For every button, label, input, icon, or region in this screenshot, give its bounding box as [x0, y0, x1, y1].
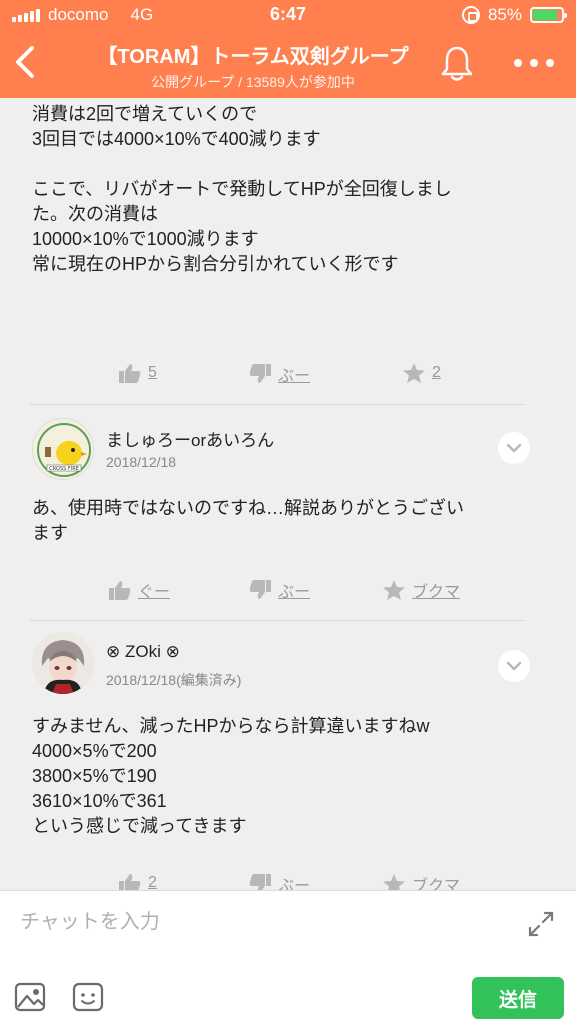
- bookmark-button[interactable]: ブクマ: [382, 872, 460, 890]
- star-icon: [383, 580, 405, 600]
- chat-input[interactable]: チャットを入力: [20, 905, 160, 934]
- dot-icon: [546, 59, 554, 67]
- user-name[interactable]: ⊗ ZOki ⊗: [106, 642, 180, 662]
- dislike-button[interactable]: ぶー: [248, 362, 310, 386]
- message-line: 4000×5%で200: [32, 741, 157, 761]
- like-button[interactable]: ぐー: [108, 578, 170, 602]
- anime-avatar-icon: [32, 632, 94, 694]
- message-line: 3610×10%で361: [32, 791, 167, 811]
- dislike-label: ぶー: [278, 368, 311, 385]
- bookmark-button[interactable]: 2: [402, 362, 441, 384]
- battery-icon: [530, 7, 567, 23]
- battery-percent: 85%: [487, 5, 522, 24]
- dislike-button[interactable]: ぶー: [248, 578, 310, 602]
- avatar[interactable]: [32, 632, 94, 694]
- thumbs-down-icon: [249, 874, 271, 890]
- chat-composer: チャットを入力 送信: [0, 890, 576, 1024]
- message-line: という感じで減ってきます: [32, 816, 247, 836]
- message-line: 3800×5%で190: [32, 766, 157, 786]
- chevron-left-icon: [16, 46, 34, 78]
- post-options-button[interactable]: [498, 650, 530, 682]
- message-line: ここで、リバがオートで発動してHPが全回復しまし: [32, 179, 452, 199]
- message-body: 消費は2回で増えていくので 3回目では4000×10%で400減ります ここで、…: [32, 102, 546, 277]
- message-line: 10000×10%で1000減ります: [32, 229, 259, 249]
- message-line: 消費は2回で増えていくので: [32, 104, 258, 124]
- message-body: すみません、減ったHPからなら計算違いますねw 4000×5%で200 3800…: [32, 714, 546, 839]
- bookmark-button[interactable]: ブクマ: [382, 578, 460, 602]
- smiley-icon: [72, 982, 104, 1012]
- thumbs-up-icon: [119, 874, 141, 890]
- like-count: 5: [148, 364, 157, 381]
- dot-icon: [514, 59, 522, 67]
- expand-arrows-icon: [528, 911, 554, 937]
- group-title-block[interactable]: 【TORAM】トーラム双剣グループ 公開グループ / 13589人が参加中: [80, 40, 426, 92]
- star-icon: [403, 363, 425, 383]
- back-button[interactable]: [10, 42, 40, 82]
- image-attach-button[interactable]: [14, 981, 46, 1013]
- chevron-down-icon: [506, 661, 522, 671]
- message-line: あ、使用時ではないのですね…解説ありがとうござい: [32, 498, 464, 518]
- star-icon: [383, 874, 405, 890]
- app-header: docomo 4G 6:47 85% 【TORAM】トーラム双剣グループ 公開グ…: [0, 0, 576, 98]
- avatar[interactable]: CROSS FIRE: [32, 418, 94, 480]
- notification-button[interactable]: [440, 44, 474, 84]
- divider: [30, 404, 524, 405]
- thumbs-up-icon: [109, 581, 131, 600]
- bell-icon: [441, 46, 473, 81]
- svg-text:CROSS FIRE: CROSS FIRE: [49, 466, 79, 472]
- dislike-label: ぶー: [278, 878, 311, 890]
- thumbs-down-icon: [249, 364, 271, 383]
- divider: [30, 620, 524, 621]
- message-line: た。次の消費は: [32, 204, 158, 224]
- status-bar: docomo 4G 6:47 85%: [0, 4, 576, 28]
- dislike-button[interactable]: ぶー: [248, 872, 310, 890]
- dot-icon: [530, 59, 538, 67]
- like-button[interactable]: 2: [118, 872, 157, 890]
- message-line: 3回目では4000×10%で400減ります: [32, 129, 321, 149]
- thumbs-down-icon: [249, 580, 271, 599]
- like-button[interactable]: 5: [118, 362, 157, 384]
- image-icon: [14, 982, 46, 1012]
- more-menu-button[interactable]: [514, 56, 554, 70]
- like-count: 2: [148, 874, 157, 890]
- like-label: ぐー: [138, 584, 171, 601]
- orientation-lock-icon: [461, 6, 480, 24]
- dislike-label: ぶー: [278, 584, 311, 601]
- bookmark-label: ブクマ: [412, 584, 461, 601]
- chat-thread[interactable]: 消費は2回で増えていくので 3回目では4000×10%で400減ります ここで、…: [0, 98, 576, 890]
- send-button[interactable]: 送信: [472, 977, 564, 1019]
- bookmark-label: ブクマ: [412, 878, 461, 890]
- expand-input-button[interactable]: [526, 909, 556, 939]
- sticker-button[interactable]: [72, 981, 104, 1013]
- bookmark-count: 2: [432, 364, 441, 381]
- chevron-down-icon: [506, 443, 522, 453]
- thumbs-up-icon: [119, 364, 141, 383]
- message-line: ます: [32, 523, 68, 543]
- post-date: 2018/12/18: [106, 454, 177, 470]
- chick-avatar-icon: CROSS FIRE: [34, 420, 93, 479]
- post-options-button[interactable]: [498, 432, 530, 464]
- group-subtitle: 公開グループ / 13589人が参加中: [151, 74, 355, 90]
- message-line: すみません、減ったHPからなら計算違いますねw: [32, 716, 430, 736]
- message-line: [32, 152, 546, 177]
- message-body: あ、使用時ではないのですね…解説ありがとうござい ます: [32, 496, 546, 546]
- post-date: 2018/12/18(編集済み): [106, 672, 242, 688]
- message-line: 常に現在のHPから割合分引かれていく形です: [32, 254, 399, 274]
- user-name[interactable]: ましゅろーorあいろん: [106, 426, 274, 451]
- group-title: 【TORAM】トーラム双剣グループ: [97, 46, 409, 68]
